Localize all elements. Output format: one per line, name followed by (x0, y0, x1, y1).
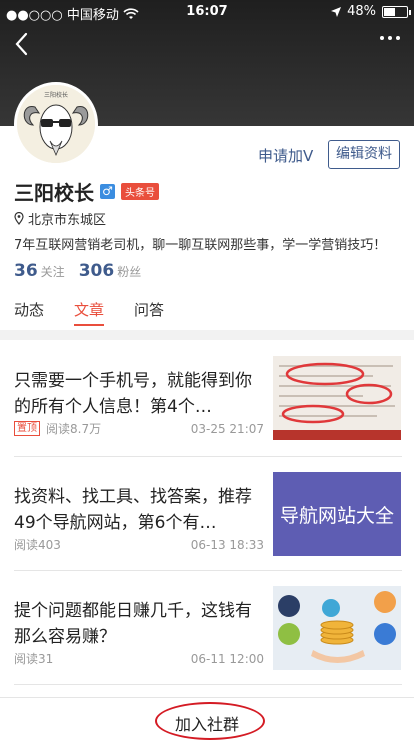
pinned-badge: 置顶 (14, 421, 40, 436)
apply-verification-link[interactable]: 申请加V (258, 145, 313, 166)
profile-name: 三阳校长 (14, 181, 94, 205)
article-item[interactable]: 只需要一个手机号，就能得到你的所有个人信息！第4个… 置顶 阅读8.7万 03-… (0, 356, 414, 464)
avatar[interactable]: 三阳校长 (14, 82, 98, 166)
article-date: 06-13 18:33 (190, 537, 264, 552)
more-dot-icon (388, 36, 392, 40)
tab-dynamics[interactable]: 动态 (14, 296, 44, 328)
thumbnail-text: 导航网站大全 (279, 504, 394, 527)
fans-count: 306 (78, 261, 115, 281)
coins-illustration-icon (273, 586, 401, 670)
tab-qa[interactable]: 问答 (134, 296, 164, 328)
fans-stat[interactable]: 306 粉丝 (79, 261, 142, 281)
content-tabs: 动态 文章 问答 (0, 296, 414, 328)
battery-icon (382, 5, 411, 18)
article-meta: 阅读31 06-11 12:00 (14, 650, 264, 667)
article-title: 只需要一个手机号，就能得到你的所有个人信息！第4个… (14, 371, 252, 417)
more-options-button[interactable] (380, 36, 400, 40)
tab-articles[interactable]: 文章 (74, 296, 105, 328)
location-pin-icon (14, 212, 24, 225)
chevron-left-icon (15, 32, 28, 56)
profile-stats: 36 关注 306 粉丝 (14, 261, 141, 281)
article-item[interactable]: 找资料、找工具、找答案，推荐49个导航网站，第6个有… 阅读403 06-13 … (0, 472, 414, 580)
join-community-button[interactable]: 加入社群 (0, 711, 414, 735)
screenshot-thumbnail-icon (273, 356, 401, 440)
following-count: 36 (14, 261, 38, 281)
goat-avatar-icon: 三阳校长 (17, 85, 95, 163)
toutiao-account-badge: 头条号 (121, 183, 159, 200)
avatar-label: 三阳校长 (44, 91, 68, 99)
following-label: 关注 (40, 265, 65, 279)
list-separator (14, 684, 402, 685)
following-stat[interactable]: 36 关注 (14, 261, 65, 281)
article-title: 提个问题都能日赚几千，这钱有那么容易赚？ (14, 601, 252, 647)
male-gender-icon: ♂ (100, 184, 115, 199)
article-title: 找资料、找工具、找答案，推荐49个导航网站，第6个有… (14, 487, 252, 533)
more-dot-icon (380, 36, 384, 40)
article-thumbnail (273, 586, 401, 670)
section-divider (0, 330, 414, 340)
article-date: 03-25 21:07 (190, 421, 264, 436)
article-reads: 阅读31 (14, 652, 54, 666)
article-reads: 阅读403 (14, 538, 61, 552)
fans-label: 粉丝 (117, 265, 142, 279)
back-button[interactable] (10, 30, 34, 58)
article-meta: 置顶 阅读8.7万 03-25 21:07 (14, 420, 264, 437)
battery-percent: 48% (347, 4, 376, 19)
list-separator (14, 456, 402, 457)
profile-name-row: 三阳校长 ♂ 头条号 (14, 177, 159, 206)
list-separator (14, 570, 402, 571)
status-bar: ●●○○○ 中国移动 16:07 48% (0, 0, 414, 24)
profile-bio: 7年互联网营销老司机，聊一聊互联网那些事，学一学营销技巧！ (14, 238, 387, 253)
article-item[interactable]: 提个问题都能日赚几千，这钱有那么容易赚？ 阅读31 06-11 12:00 (0, 586, 414, 694)
location-text: 北京市东城区 (28, 213, 107, 228)
location-row: 北京市东城区 (14, 209, 106, 228)
article-thumbnail (273, 356, 401, 440)
article-meta: 阅读403 06-13 18:33 (14, 536, 264, 553)
article-reads: 阅读8.7万 (46, 422, 102, 436)
more-dot-icon (396, 36, 400, 40)
location-arrow-icon (331, 6, 342, 17)
article-date: 06-11 12:00 (190, 651, 264, 666)
bottom-action-bar: 加入社群 (0, 697, 414, 747)
article-thumbnail: 导航网站大全 (273, 472, 401, 556)
edit-profile-button[interactable]: 编辑资料 (328, 140, 400, 169)
